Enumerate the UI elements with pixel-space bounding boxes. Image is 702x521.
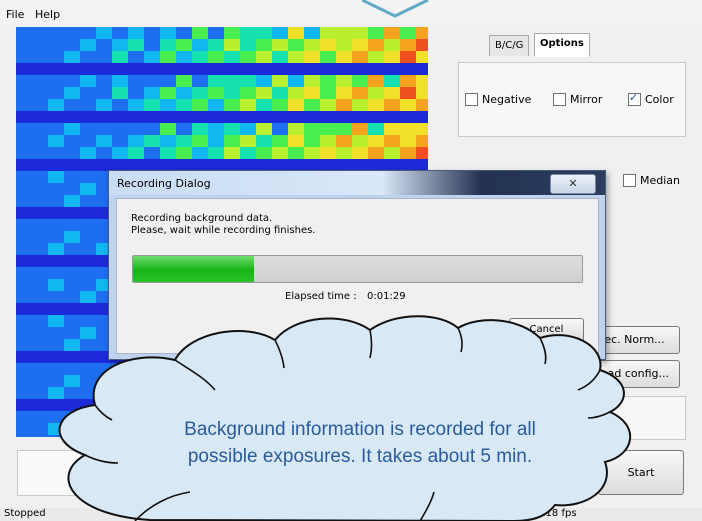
annotation-text: Background information is recorded for a…	[70, 416, 650, 470]
annotation-line-1: Background information is recorded for a…	[184, 419, 536, 440]
annotation-line-2: possible exposures. It takes about 5 min…	[187, 446, 533, 467]
